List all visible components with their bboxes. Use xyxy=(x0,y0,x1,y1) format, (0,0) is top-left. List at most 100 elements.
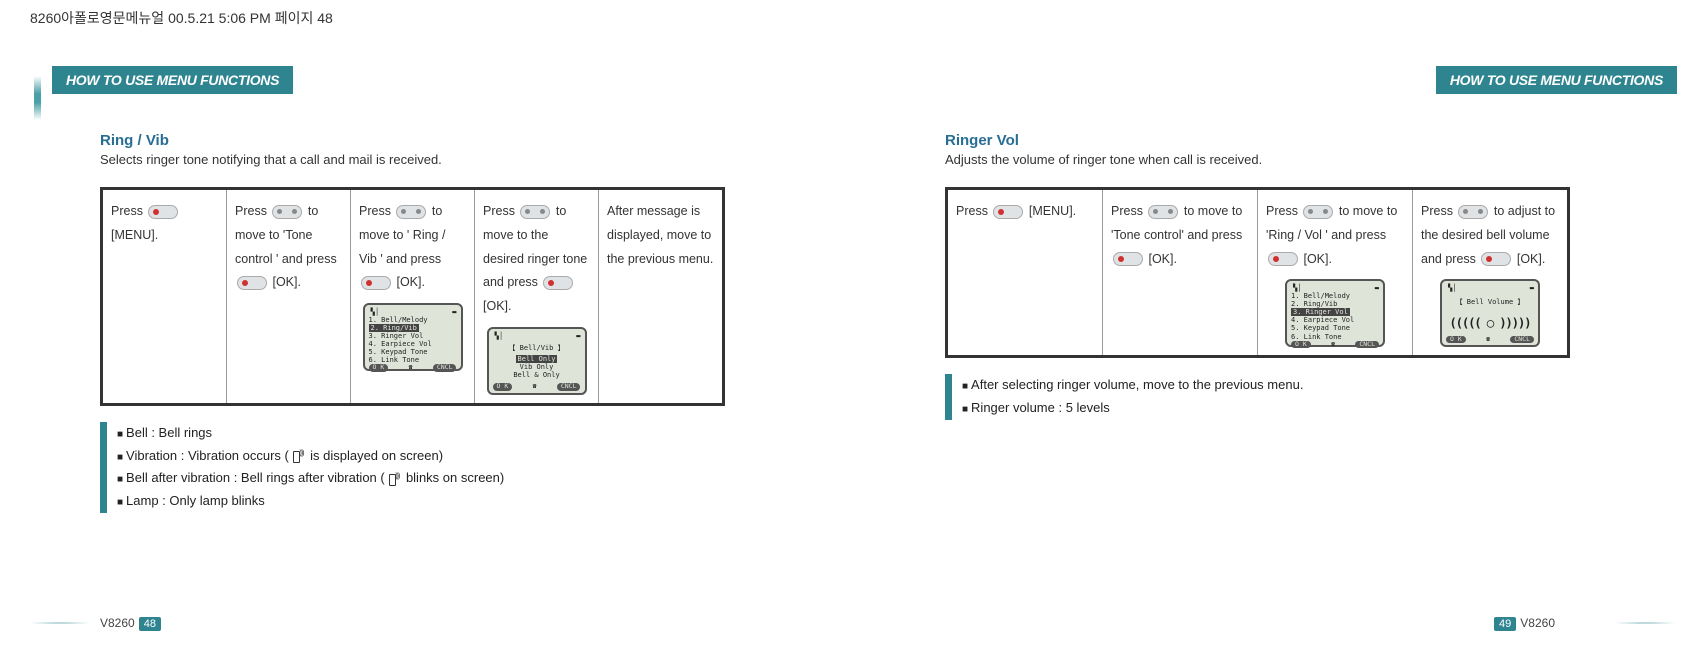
lcd-softkey-left: O K xyxy=(493,383,513,390)
lcd-line: 3. Ringer Vol xyxy=(369,332,457,340)
step-text: [OK]. xyxy=(393,275,425,289)
step-text: Press xyxy=(956,204,991,218)
ok-key-icon xyxy=(1268,252,1298,266)
lcd-screen-menu: ▝▖▏▬ 1. Bell/Melody 2. Ring/Vib 3. Ringe… xyxy=(1285,279,1385,347)
footer-left: V8260 48 xyxy=(100,616,165,630)
step-text: Press xyxy=(359,204,394,218)
lcd-screen-bellvib: ▝▖▏▬ 【 Bell/Vib 】 Bell Only Vib Only Bel… xyxy=(487,327,587,395)
lcd-line: 1. Bell/Melody xyxy=(1291,292,1379,300)
menu-key-icon xyxy=(993,205,1023,219)
note-item: ■Lamp : Only lamp blinks xyxy=(117,490,725,513)
step-2: Press to move to 'Tone control' and pres… xyxy=(1103,190,1258,355)
file-header: 8260아폴로영문메뉴얼 00.5.21 5:06 PM 페이지 48 xyxy=(30,8,333,28)
model-label: V8260 xyxy=(1520,616,1555,630)
step-4: Press to adjust to the desired bell volu… xyxy=(1413,190,1567,355)
lcd-softkey-left: O K xyxy=(369,364,389,371)
section-desc: Selects ringer tone notifying that a cal… xyxy=(100,152,725,167)
step-text: After message is displayed, move to the … xyxy=(607,200,714,271)
vibration-icon xyxy=(388,473,402,485)
vibration-icon xyxy=(292,450,306,462)
lcd-line-highlight: 3. Ringer Vol xyxy=(1291,308,1350,316)
lcd-line: 4. Earpiece Vol xyxy=(369,340,457,348)
section-tab: HOW TO USE MENU FUNCTIONS xyxy=(52,66,293,94)
step-text: [OK]. xyxy=(269,275,301,289)
lcd-line: 5. Keypad Tone xyxy=(369,348,457,356)
section-desc: Adjusts the volume of ringer tone when c… xyxy=(945,152,1570,167)
note-item: ■After selecting ringer volume, move to … xyxy=(962,374,1570,397)
nav-key-icon xyxy=(1458,205,1488,219)
lcd-line: 2. Ring/Vib xyxy=(1291,300,1379,308)
step-text: Press xyxy=(1111,204,1146,218)
step-2: Press to move to 'Tone control ' and pre… xyxy=(227,190,351,403)
lcd-line: 1. Bell/Melody xyxy=(369,316,457,324)
footer-rule xyxy=(1615,622,1675,624)
lcd-line: Vib Only xyxy=(493,363,581,371)
nav-key-icon xyxy=(1148,205,1178,219)
step-text: Press xyxy=(111,204,146,218)
footer-right: 49 V8260 xyxy=(1490,616,1555,630)
content-right: Ringer Vol Adjusts the volume of ringer … xyxy=(945,132,1570,420)
note-item: ■Bell : Bell rings xyxy=(117,422,725,445)
step-text: Press xyxy=(483,204,518,218)
ok-key-icon xyxy=(1113,252,1143,266)
footer-rule xyxy=(30,622,90,624)
step-text: Press xyxy=(1421,204,1456,218)
menu-key-icon xyxy=(148,205,178,219)
lcd-softkey-right: CNCL xyxy=(1510,336,1534,343)
content-left: Ring / Vib Selects ringer tone notifying… xyxy=(100,132,725,513)
note-item: ■Vibration : Vibration occurs ( is displ… xyxy=(117,445,725,468)
notes-block: ■After selecting ringer volume, move to … xyxy=(945,374,1570,420)
section-title: Ring / Vib xyxy=(100,132,725,149)
lcd-line: 5. Keypad Tone xyxy=(1291,324,1379,332)
lcd-screen-volume: ▝▖▏▬ 【 Bell Volume 】 ((((( ◯ ))))) O K☎C… xyxy=(1440,279,1540,347)
steps-row: Press [MENU]. Press to move to 'Tone con… xyxy=(945,187,1570,358)
lcd-volume-indicator: ((((( ◯ ))))) xyxy=(1446,317,1534,331)
lcd-line: 4. Earpiece Vol xyxy=(1291,316,1379,324)
step-3: Press to move to 'Ring / Vol ' and press… xyxy=(1258,190,1413,355)
step-1: Press [MENU]. xyxy=(948,190,1103,355)
model-label: V8260 xyxy=(100,616,135,630)
step-text: [MENU]. xyxy=(111,228,158,242)
lcd-softkey-left: O K xyxy=(1446,336,1466,343)
notes-block: ■Bell : Bell rings ■Vibration : Vibratio… xyxy=(100,422,725,513)
lcd-softkey-right: CNCL xyxy=(433,364,457,371)
nav-key-icon xyxy=(396,205,426,219)
section-tab: HOW TO USE MENU FUNCTIONS xyxy=(1436,66,1677,94)
step-text: Press xyxy=(1266,204,1301,218)
page-number: 48 xyxy=(139,617,161,631)
step-text: [OK]. xyxy=(1513,252,1545,266)
nav-key-icon xyxy=(520,205,550,219)
ok-key-icon xyxy=(361,276,391,290)
step-text: [MENU]. xyxy=(1025,204,1076,218)
page-left: HOW TO USE MENU FUNCTIONS Ring / Vib Sel… xyxy=(0,40,820,640)
note-item: ■Bell after vibration : Bell rings after… xyxy=(117,467,725,490)
step-5: After message is displayed, move to the … xyxy=(599,190,722,403)
lcd-softkey-left: O K xyxy=(1291,341,1311,348)
step-text: [OK]. xyxy=(1300,252,1332,266)
lcd-softkey-right: CNCL xyxy=(557,383,581,390)
lcd-title: 【 Bell/Vib 】 xyxy=(493,344,581,352)
side-gradient xyxy=(34,76,41,120)
step-1: Press [MENU]. xyxy=(103,190,227,403)
step-3: Press to move to ' Ring / Vib ' and pres… xyxy=(351,190,475,403)
nav-key-icon xyxy=(272,205,302,219)
step-text: [OK]. xyxy=(1145,252,1177,266)
ok-key-icon xyxy=(1481,252,1511,266)
step-text: Press xyxy=(235,204,270,218)
step-text: [OK]. xyxy=(483,299,511,313)
note-item: ■Ringer volume : 5 levels xyxy=(962,397,1570,420)
ok-key-icon xyxy=(543,276,573,290)
nav-key-icon xyxy=(1303,205,1333,219)
lcd-screen-menu: ▝▖▏▬ 1. Bell/Melody 2. Ring/Vib 3. Ringe… xyxy=(363,303,463,371)
step-4: Press to move to the desired ringer tone… xyxy=(475,190,599,403)
lcd-title: 【 Bell Volume 】 xyxy=(1446,298,1534,306)
steps-row: Press [MENU]. Press to move to 'Tone con… xyxy=(100,187,725,406)
page-number: 49 xyxy=(1494,617,1516,631)
lcd-line: Bell & Only xyxy=(493,371,581,379)
lcd-softkey-right: CNCL xyxy=(1355,341,1379,348)
lcd-line-highlight: 2. Ring/Vib xyxy=(369,324,419,332)
section-title: Ringer Vol xyxy=(945,132,1570,149)
ok-key-icon xyxy=(237,276,267,290)
page-right: HOW TO USE MENU FUNCTIONS Ringer Vol Adj… xyxy=(885,40,1705,640)
lcd-line-highlight: Bell Only xyxy=(516,355,558,363)
